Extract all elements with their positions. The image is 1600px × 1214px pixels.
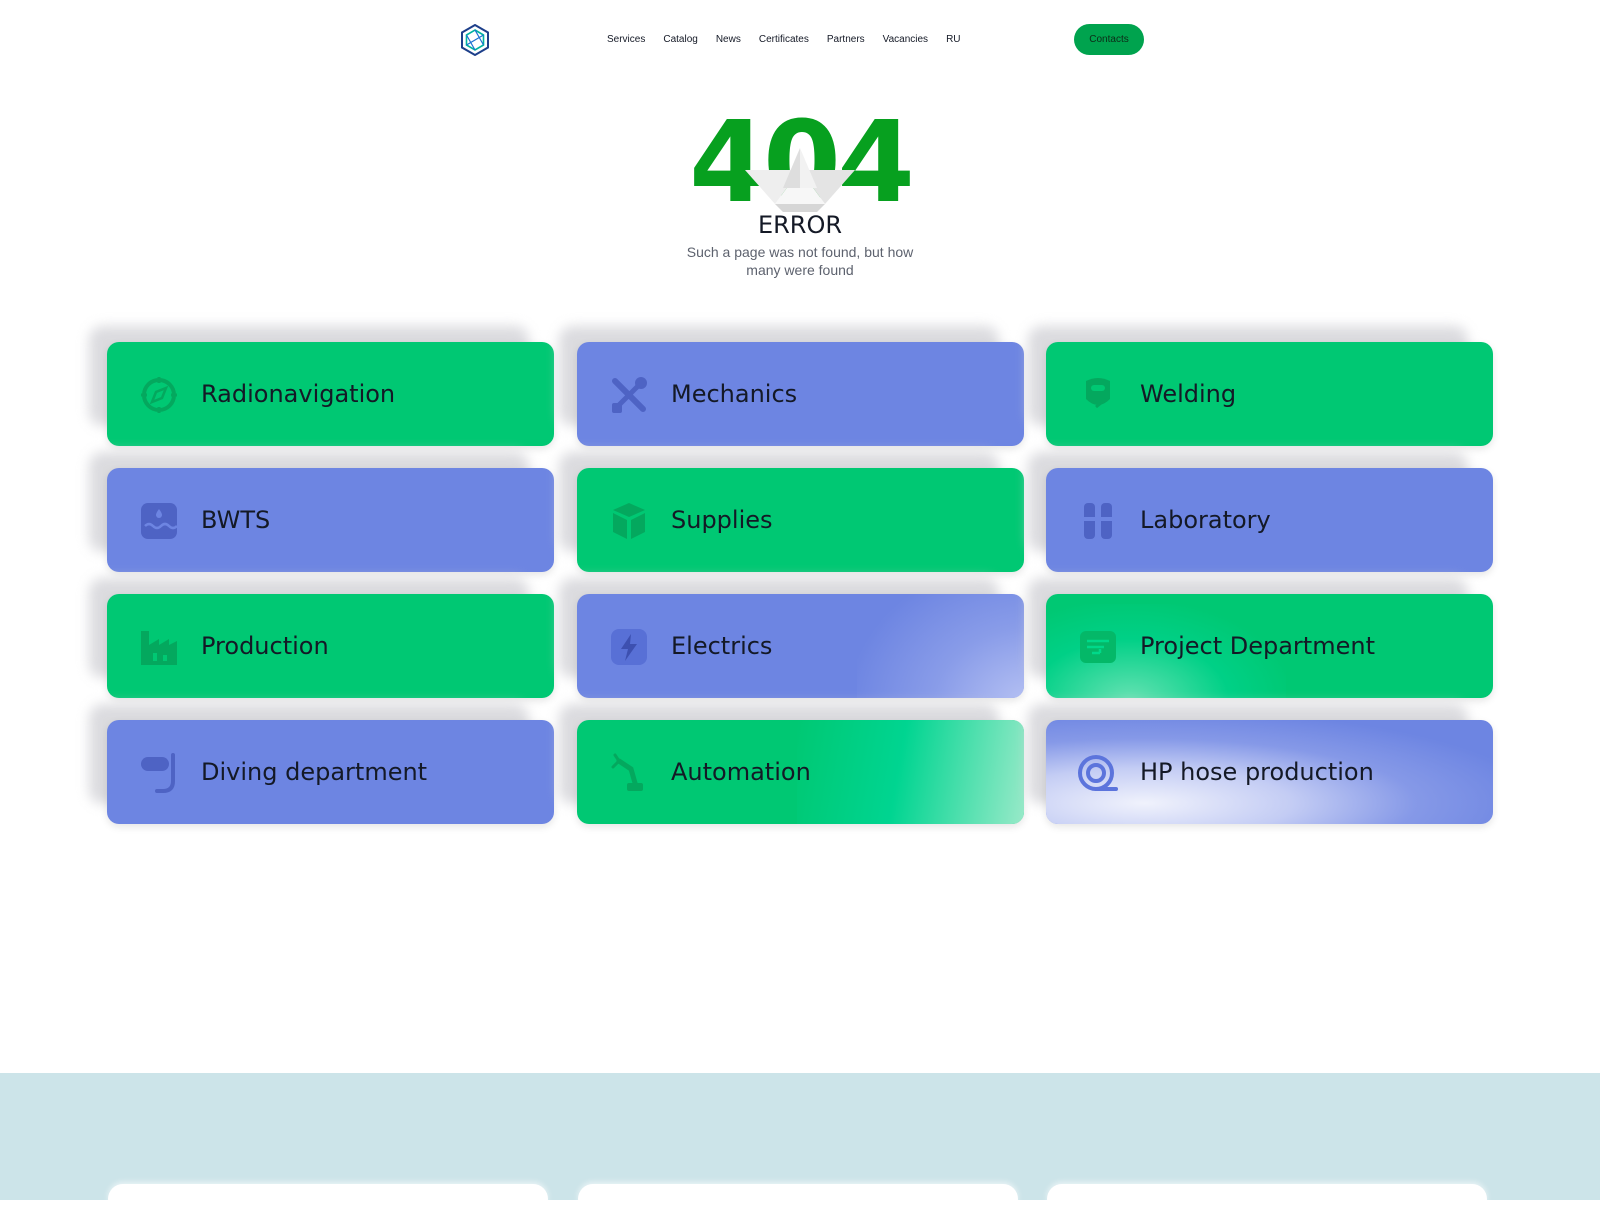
- card-label: Supplies: [671, 506, 773, 534]
- card-label: HP hose production: [1140, 758, 1374, 786]
- nav-partners[interactable]: Partners: [827, 33, 865, 47]
- card-label: Project Department: [1140, 632, 1375, 660]
- card-radionavigation: Radionavigation: [89, 326, 554, 446]
- footer-band: [0, 1073, 1600, 1200]
- card-label: Laboratory: [1140, 506, 1271, 534]
- card-supplies-button[interactable]: Supplies: [577, 468, 1024, 572]
- card-label: Production: [201, 632, 329, 660]
- card-project-department-button[interactable]: Project Department: [1046, 594, 1493, 698]
- card-electrics-button[interactable]: Electrics: [577, 594, 1024, 698]
- factory-icon: [141, 631, 177, 665]
- card-production-button[interactable]: Production: [107, 594, 554, 698]
- box-icon: [613, 503, 645, 539]
- card-welding: Welding: [1028, 326, 1493, 446]
- footer-card: [1047, 1184, 1487, 1214]
- footer-card: [578, 1184, 1018, 1214]
- card-label: Radionavigation: [201, 380, 396, 408]
- blueprint-icon: [1080, 631, 1116, 663]
- main-nav: Services Catalog News Certificates Partn…: [607, 33, 979, 47]
- card-label: Diving department: [201, 758, 428, 786]
- card-radionavigation-button[interactable]: Radionavigation: [107, 342, 554, 446]
- hose-reel-icon: [1078, 755, 1118, 791]
- diving-mask-icon: [141, 753, 175, 793]
- footer-card: [108, 1184, 548, 1214]
- nav-certificates[interactable]: Certificates: [759, 33, 809, 47]
- card-diving-department-button[interactable]: Diving department: [107, 720, 554, 824]
- robot-arm-icon: [611, 753, 643, 791]
- language-switch[interactable]: RU: [946, 33, 960, 47]
- tools-icon: [612, 377, 647, 413]
- test-tubes-icon: [1084, 503, 1112, 539]
- card-label: Mechanics: [671, 380, 798, 408]
- site-header: Services Catalog News Certificates Partn…: [0, 0, 1600, 80]
- card-welding-button[interactable]: Welding: [1046, 342, 1493, 446]
- card-bwts-button[interactable]: BWTS: [107, 468, 554, 572]
- card-mechanics-button[interactable]: Mechanics: [577, 342, 1024, 446]
- card-project-department: Project Department: [1028, 578, 1493, 698]
- welding-mask-icon: [1086, 378, 1110, 409]
- card-mechanics: Mechanics: [559, 326, 1024, 446]
- card-automation-button[interactable]: Automation: [577, 720, 1024, 824]
- card-laboratory: Laboratory: [1028, 452, 1493, 572]
- card-diving-department: Diving department: [89, 704, 554, 824]
- hexagon-logo-icon[interactable]: [460, 24, 490, 56]
- error-subtitle: Such a page was not found, but how many …: [686, 244, 914, 278]
- card-label: BWTS: [201, 506, 271, 534]
- paper-boat-icon: [745, 148, 855, 212]
- card-automation: Automation: [559, 704, 1024, 824]
- nav-catalog[interactable]: Catalog: [663, 33, 697, 47]
- card-supplies: Supplies: [559, 452, 1024, 572]
- nav-vacancies[interactable]: Vacancies: [883, 33, 928, 47]
- nav-services[interactable]: Services: [607, 33, 645, 47]
- card-electrics: Electrics: [559, 578, 1024, 698]
- card-label: Automation: [671, 758, 811, 786]
- card-bwts: BWTS: [89, 452, 554, 572]
- compass-icon: [141, 377, 177, 413]
- card-laboratory-button[interactable]: Laboratory: [1046, 468, 1493, 572]
- lightning-icon: [611, 629, 647, 665]
- card-label: Electrics: [671, 632, 773, 660]
- error-hero: 404 ERROR Such a page was not found, but…: [600, 107, 1000, 285]
- card-label: Welding: [1140, 380, 1237, 408]
- card-production: Production: [89, 578, 554, 698]
- water-tank-icon: [141, 503, 178, 539]
- card-hp-hose-production: HP hose production: [1028, 704, 1493, 824]
- card-hp-hose-production-button[interactable]: HP hose production: [1046, 720, 1493, 824]
- nav-news[interactable]: News: [716, 33, 741, 47]
- error-title: ERROR: [757, 211, 843, 239]
- contacts-button[interactable]: Contacts: [1074, 24, 1144, 55]
